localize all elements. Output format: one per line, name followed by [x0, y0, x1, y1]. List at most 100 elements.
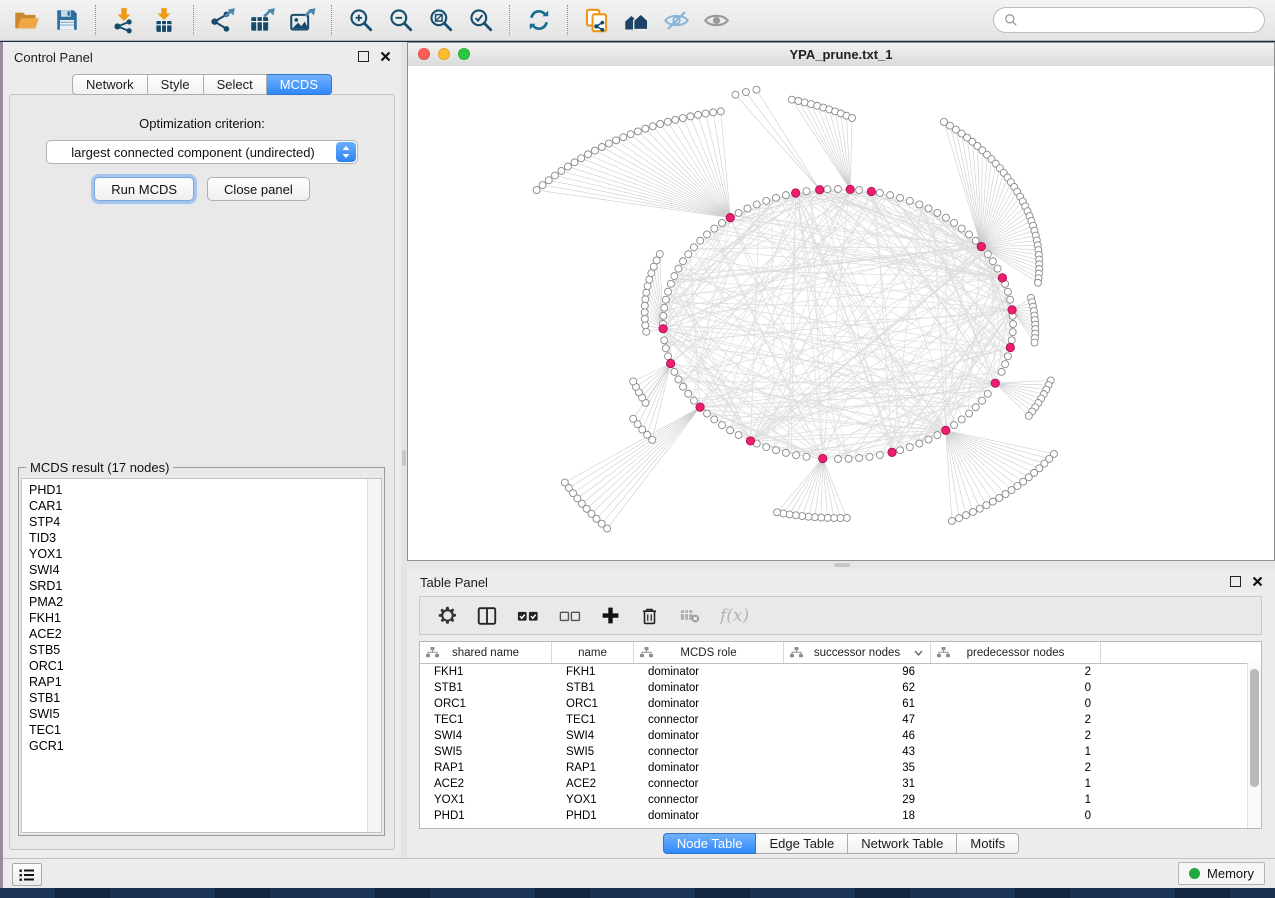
memory-button[interactable]: Memory [1178, 862, 1265, 885]
table-row[interactable]: ORC1ORC1dominator610 [420, 696, 1261, 712]
mcds-result-item[interactable]: FKH1 [22, 610, 367, 626]
tab-select[interactable]: Select [204, 74, 267, 95]
delete-table-icon[interactable] [678, 605, 702, 626]
delete-column-icon[interactable] [639, 605, 660, 627]
table-row[interactable]: SWI5SWI5connector431 [420, 744, 1261, 760]
network-canvas[interactable] [408, 66, 1274, 560]
table-cell[interactable]: SWI4 [552, 728, 634, 744]
add-column-icon[interactable] [600, 605, 621, 626]
hide-selected-button[interactable] [658, 3, 695, 37]
table-options-gear-icon[interactable] [437, 605, 458, 626]
table-cell[interactable]: STB1 [420, 680, 552, 696]
clone-network-button[interactable] [578, 3, 615, 37]
table-cell[interactable]: 0 [931, 680, 1101, 696]
tab-network[interactable]: Network [72, 74, 148, 95]
mcds-result-list[interactable]: PHD1CAR1STP4TID3YOX1SWI4SRD1PMA2FKH1ACE2… [21, 478, 382, 833]
table-cell[interactable]: 31 [784, 776, 931, 792]
float-panel-icon[interactable] [358, 51, 369, 62]
horizontal-splitter[interactable] [407, 561, 1275, 569]
import-table-button[interactable] [146, 3, 183, 37]
export-network-button[interactable] [204, 3, 241, 37]
mcds-result-item[interactable]: SRD1 [22, 578, 367, 594]
open-file-button[interactable] [8, 3, 45, 37]
function-builder-icon[interactable]: f(x) [720, 606, 749, 626]
mcds-result-item[interactable]: STB1 [22, 690, 367, 706]
table-cell[interactable]: 1 [931, 744, 1101, 760]
mcds-result-item[interactable]: STP4 [22, 514, 367, 530]
table-row[interactable]: RAP1RAP1dominator352 [420, 760, 1261, 776]
table-cell[interactable]: 1 [931, 792, 1101, 808]
table-cell[interactable]: 43 [784, 744, 931, 760]
mcds-result-item[interactable]: SWI5 [22, 706, 367, 722]
table-cell[interactable]: 2 [931, 760, 1101, 776]
table-cell[interactable]: 46 [784, 728, 931, 744]
tab-motifs[interactable]: Motifs [957, 833, 1019, 854]
run-mcds-button[interactable]: Run MCDS [94, 177, 194, 201]
nested-networks-button[interactable] [618, 3, 655, 37]
search-box[interactable] [993, 7, 1265, 33]
table-cell[interactable]: 0 [931, 696, 1101, 712]
table-cell[interactable]: connector [634, 776, 784, 792]
table-cell[interactable]: PHD1 [420, 808, 552, 824]
table-cell[interactable]: ORC1 [420, 696, 552, 712]
network-graph[interactable] [408, 66, 1274, 560]
table-cell[interactable]: YOX1 [420, 792, 552, 808]
tab-network-table[interactable]: Network Table [848, 833, 957, 854]
tab-style[interactable]: Style [148, 74, 204, 95]
table-cell[interactable]: 62 [784, 680, 931, 696]
mcds-result-item[interactable]: ACE2 [22, 626, 367, 642]
tab-edge-table[interactable]: Edge Table [756, 833, 848, 854]
show-columns-icon[interactable] [476, 605, 498, 627]
deselect-all-icon[interactable] [558, 605, 582, 627]
table-cell[interactable]: dominator [634, 680, 784, 696]
column-header-MCDS-role[interactable]: MCDS role [634, 642, 784, 663]
close-panel-icon[interactable] [1252, 576, 1263, 587]
mcds-list-scrollbar[interactable] [367, 479, 381, 832]
select-all-icon[interactable] [516, 605, 540, 627]
mcds-result-item[interactable]: PMA2 [22, 594, 367, 610]
mcds-result-item[interactable]: STB5 [22, 642, 367, 658]
mcds-result-item[interactable]: TEC1 [22, 722, 367, 738]
table-cell[interactable]: 61 [784, 696, 931, 712]
table-cell[interactable]: 0 [931, 808, 1101, 824]
tab-node-table[interactable]: Node Table [663, 833, 757, 854]
table-cell[interactable]: FKH1 [552, 664, 634, 680]
export-image-button[interactable] [284, 3, 321, 37]
mcds-result-item[interactable]: SWI4 [22, 562, 367, 578]
table-cell[interactable]: 47 [784, 712, 931, 728]
table-cell[interactable]: 2 [931, 712, 1101, 728]
table-scrollbar-thumb[interactable] [1250, 669, 1259, 787]
mcds-result-item[interactable]: TID3 [22, 530, 367, 546]
table-cell[interactable]: STB1 [552, 680, 634, 696]
table-cell[interactable]: 18 [784, 808, 931, 824]
network-window-titlebar[interactable]: YPA_prune.txt_1 [408, 43, 1274, 67]
table-row[interactable]: TEC1TEC1connector472 [420, 712, 1261, 728]
table-cell[interactable]: 35 [784, 760, 931, 776]
float-panel-icon[interactable] [1230, 576, 1241, 587]
table-cell[interactable]: 1 [931, 776, 1101, 792]
table-cell[interactable]: connector [634, 712, 784, 728]
search-input[interactable] [1024, 12, 1254, 29]
zoom-selected-button[interactable] [462, 3, 499, 37]
refresh-view-button[interactable] [520, 3, 557, 37]
mcds-result-item[interactable]: RAP1 [22, 674, 367, 690]
zoom-fit-button[interactable] [422, 3, 459, 37]
table-cell[interactable]: ACE2 [420, 776, 552, 792]
table-cell[interactable]: ORC1 [552, 696, 634, 712]
table-cell[interactable]: dominator [634, 760, 784, 776]
table-cell[interactable]: 2 [931, 728, 1101, 744]
criterion-dropdown[interactable]: largest connected component (undirected) [46, 140, 358, 164]
table-cell[interactable]: connector [634, 744, 784, 760]
mcds-result-item[interactable]: ORC1 [22, 658, 367, 674]
save-session-button[interactable] [48, 3, 85, 37]
table-cell[interactable]: dominator [634, 664, 784, 680]
table-cell[interactable]: 96 [784, 664, 931, 680]
table-cell[interactable]: connector [634, 792, 784, 808]
close-panel-icon[interactable] [380, 51, 391, 62]
column-header-name[interactable]: name [552, 642, 634, 663]
table-row[interactable]: PHD1PHD1dominator180 [420, 808, 1261, 824]
table-cell[interactable]: FKH1 [420, 664, 552, 680]
table-cell[interactable]: PHD1 [552, 808, 634, 824]
table-row[interactable]: YOX1YOX1connector291 [420, 792, 1261, 808]
import-network-button[interactable] [106, 3, 143, 37]
